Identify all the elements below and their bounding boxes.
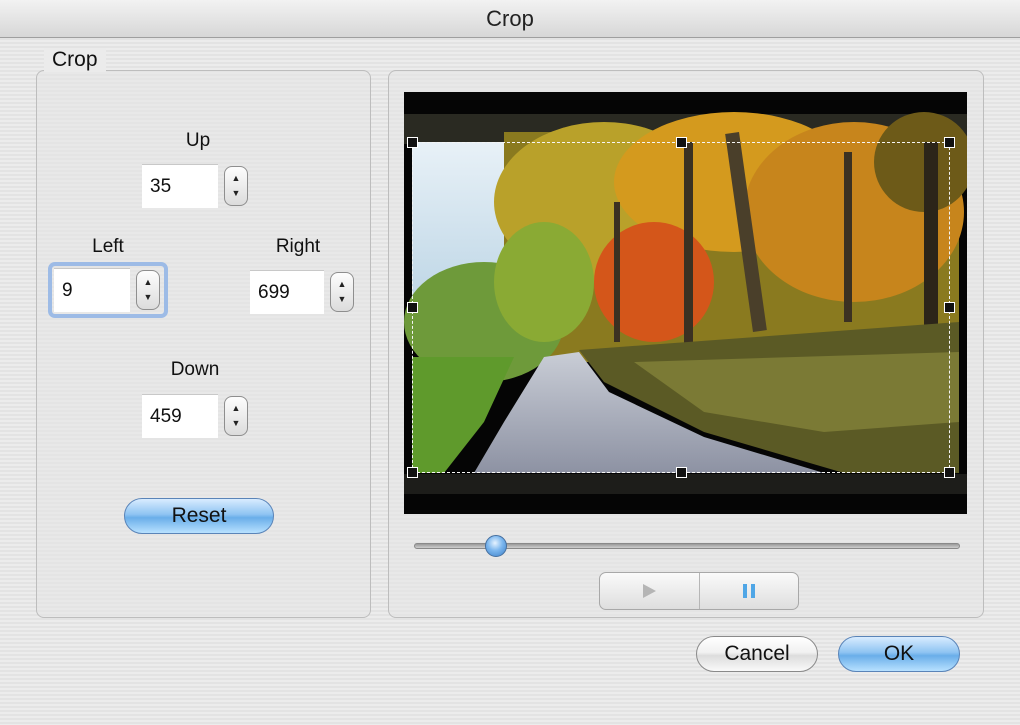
video-preview: [404, 92, 967, 514]
stepper-up-arrow-icon[interactable]: ▲: [232, 403, 241, 413]
left-input[interactable]: [54, 278, 124, 303]
left-input-box[interactable]: [54, 268, 130, 312]
crop-group-box: [36, 70, 371, 618]
reset-button[interactable]: Reset: [124, 498, 274, 534]
up-input[interactable]: [142, 174, 212, 199]
left-field-group: ▲ ▼: [52, 266, 164, 314]
down-stepper[interactable]: ▲ ▼: [224, 396, 248, 436]
stepper-up-arrow-icon[interactable]: ▲: [338, 279, 347, 289]
right-input-box[interactable]: [250, 270, 324, 314]
left-stepper[interactable]: ▲ ▼: [136, 270, 160, 310]
cancel-button[interactable]: Cancel: [696, 636, 818, 672]
stepper-down-arrow-icon[interactable]: ▼: [144, 293, 153, 302]
up-stepper[interactable]: ▲ ▼: [224, 166, 248, 206]
stepper-down-arrow-icon[interactable]: ▼: [232, 189, 241, 198]
down-input-box[interactable]: [142, 394, 218, 438]
stepper-down-arrow-icon[interactable]: ▼: [232, 419, 241, 428]
crop-handle-top[interactable]: [676, 137, 687, 148]
crop-handle-right[interactable]: [944, 302, 955, 313]
right-field-group: ▲ ▼: [250, 270, 354, 314]
playback-slider-knob[interactable]: [484, 535, 507, 557]
ok-button[interactable]: OK: [838, 636, 960, 672]
left-label: Left: [92, 236, 124, 257]
crop-selection-rect[interactable]: [412, 142, 950, 473]
right-input[interactable]: [250, 280, 320, 305]
stepper-up-arrow-icon[interactable]: ▲: [232, 173, 241, 183]
up-field-group: ▲ ▼: [142, 164, 248, 208]
crop-handle-left[interactable]: [407, 302, 418, 313]
pause-button[interactable]: [698, 573, 799, 609]
crop-handle-bottom-right[interactable]: [944, 467, 955, 478]
right-stepper[interactable]: ▲ ▼: [330, 272, 354, 312]
play-button[interactable]: [600, 573, 699, 609]
window-title: Crop: [486, 5, 534, 31]
playback-controls: [599, 572, 799, 610]
crop-handle-top-right[interactable]: [944, 137, 955, 148]
up-label: Up: [185, 130, 211, 151]
right-label: Right: [275, 236, 321, 257]
crop-handle-bottom[interactable]: [676, 467, 687, 478]
crop-handle-bottom-left[interactable]: [407, 467, 418, 478]
crop-handle-top-left[interactable]: [407, 137, 418, 148]
stepper-down-arrow-icon[interactable]: ▼: [338, 295, 347, 304]
window-titlebar: Crop: [0, 0, 1020, 38]
up-input-box[interactable]: [142, 164, 218, 208]
down-input[interactable]: [142, 404, 212, 429]
play-icon: [643, 584, 657, 598]
crop-group-legend: Crop: [44, 48, 106, 72]
stepper-up-arrow-icon[interactable]: ▲: [144, 277, 153, 287]
down-label: Down: [170, 359, 220, 380]
pause-icon: [742, 584, 755, 598]
down-field-group: ▲ ▼: [142, 394, 248, 438]
